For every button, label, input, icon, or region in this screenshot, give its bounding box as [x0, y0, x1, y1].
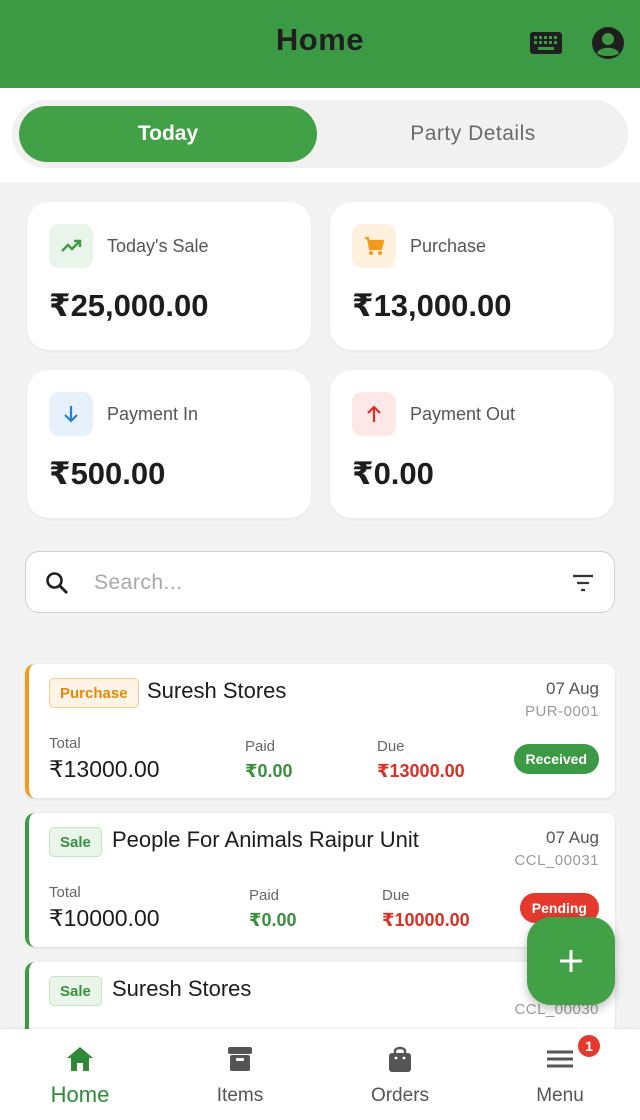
nav-label: Orders [370, 1085, 430, 1106]
segmented-tabs: Today Party Details [12, 100, 628, 168]
card-payment-in[interactable]: Payment In ₹500.00 [27, 370, 311, 518]
search-bar [25, 551, 615, 613]
card-value: ₹25,000.00 [49, 288, 209, 323]
search-input[interactable] [94, 564, 554, 602]
total-label: Total [49, 884, 81, 901]
keyboard-icon[interactable] [528, 29, 564, 57]
card-value: ₹500.00 [49, 456, 166, 491]
transaction-date: 07 Aug [546, 828, 599, 847]
add-fab-button[interactable] [527, 917, 615, 1005]
transaction-ref: CCL_00031 [514, 852, 599, 869]
cart-icon [352, 224, 396, 268]
total-value: ₹13000.00 [49, 756, 160, 782]
transaction-card[interactable]: Sale People For Animals Raipur Unit 07 A… [25, 813, 615, 947]
trending-up-icon [49, 224, 93, 268]
card-todays-sale[interactable]: Today's Sale ₹25,000.00 [27, 202, 311, 350]
paid-value: ₹0.00 [245, 761, 293, 781]
due-label: Due [377, 738, 405, 755]
nav-label: Home [50, 1082, 110, 1107]
card-label: Today's Sale [107, 236, 209, 256]
nav-items[interactable]: Items [160, 1029, 320, 1120]
tab-today[interactable]: Today [19, 106, 317, 162]
home-icon [67, 1047, 93, 1071]
account-circle-icon[interactable] [590, 25, 626, 61]
arrow-down-icon [49, 392, 93, 436]
card-value: ₹13,000.00 [352, 288, 512, 323]
archive-icon [228, 1047, 252, 1071]
transaction-ref: PUR-0001 [524, 703, 599, 720]
due-label: Due [382, 887, 410, 904]
card-label: Payment Out [410, 404, 516, 424]
tab-party-details[interactable]: Party Details [324, 106, 622, 162]
shopping-bag-icon [389, 1046, 411, 1072]
party-name: People For Animals Raipur Unit [112, 827, 419, 852]
paid-label: Paid [245, 738, 276, 755]
card-value: ₹0.00 [352, 456, 434, 491]
search-icon [46, 572, 68, 594]
nav-label: Menu [536, 1085, 584, 1106]
transaction-card[interactable]: Purchase Suresh Stores 07 Aug PUR-0001 T… [25, 664, 615, 798]
nav-label: Items [216, 1085, 264, 1106]
menu-icon [547, 1050, 573, 1068]
tabs-strip: Today Party Details [0, 88, 640, 182]
nav-orders[interactable]: Orders [320, 1029, 480, 1120]
type-badge: Sale [49, 827, 102, 857]
card-label: Purchase [410, 236, 487, 256]
notification-badge: 1 [576, 1033, 602, 1059]
total-label: Total [49, 735, 81, 752]
nav-home[interactable]: Home [0, 1029, 160, 1120]
status-badge: Received [513, 744, 599, 774]
paid-value: ₹0.00 [249, 910, 297, 930]
due-value: ₹10000.00 [382, 910, 470, 930]
transaction-date: 07 Aug [546, 679, 599, 698]
card-purchase[interactable]: Purchase ₹13,000.00 [330, 202, 614, 350]
bottom-nav: Home Items Orders 1 Menu [0, 1029, 640, 1120]
card-payment-out[interactable]: Payment Out ₹0.00 [330, 370, 614, 518]
paid-label: Paid [249, 887, 280, 904]
due-value: ₹13000.00 [377, 761, 465, 781]
total-value: ₹10000.00 [49, 905, 160, 931]
nav-menu[interactable]: 1 Menu [480, 1029, 640, 1120]
app-bar: Home [0, 0, 640, 88]
type-badge: Sale [49, 976, 102, 1006]
party-name: Suresh Stores [112, 976, 252, 1001]
card-label: Payment In [107, 404, 199, 424]
arrow-up-icon [352, 392, 396, 436]
filter-icon[interactable] [570, 570, 596, 596]
party-name: Suresh Stores [147, 678, 287, 703]
plus-icon [560, 950, 582, 972]
type-badge: Purchase [49, 678, 139, 708]
